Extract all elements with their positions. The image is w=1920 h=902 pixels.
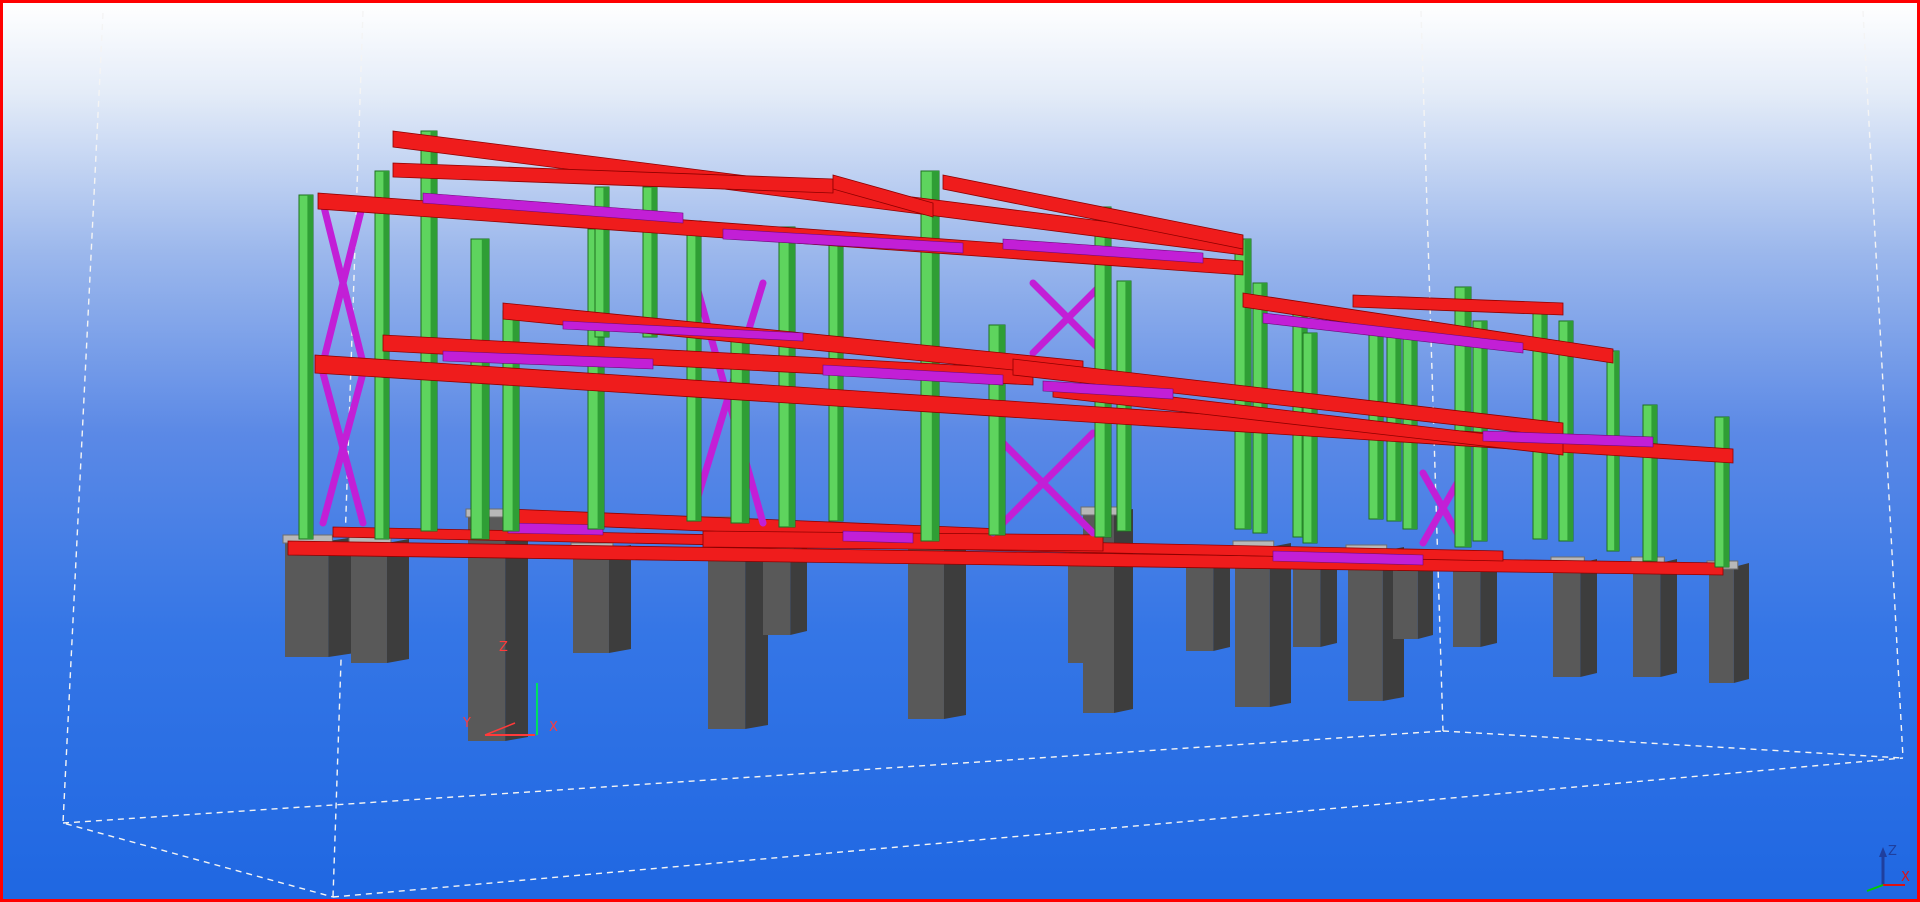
steel-column	[828, 240, 844, 522]
concrete-pier	[1706, 560, 1749, 683]
y-axis-label: Y	[462, 716, 471, 731]
middle-floor-beams	[314, 302, 1734, 464]
steel-column	[1386, 320, 1402, 522]
steel-column	[1302, 332, 1318, 544]
concrete-pier	[1183, 556, 1230, 651]
concrete-pier	[1550, 556, 1597, 677]
steel-column	[1714, 416, 1730, 568]
steel-column	[1234, 238, 1252, 530]
coordinate-axes-icon: Z Y X	[462, 640, 558, 736]
structural-model	[62, 10, 1904, 898]
z-axis-label: Z	[499, 640, 508, 655]
steel-column	[686, 220, 702, 522]
x-axis-label: X	[549, 720, 558, 735]
triad-z-label: Z	[1888, 844, 1897, 859]
steel-column	[642, 186, 658, 338]
steel-column	[374, 170, 390, 540]
view-orientation-triad-icon[interactable]: Z X	[1853, 837, 1913, 893]
steel-column	[1368, 318, 1384, 520]
3d-model-viewport[interactable]: Z Y X Z X	[0, 0, 1920, 902]
steel-column	[420, 130, 438, 532]
triad-x-label: X	[1901, 870, 1910, 885]
steel-column	[470, 238, 490, 540]
steel-column	[1642, 404, 1658, 562]
steel-column	[298, 194, 314, 540]
concrete-pier	[1630, 556, 1677, 677]
steel-column	[778, 226, 796, 528]
